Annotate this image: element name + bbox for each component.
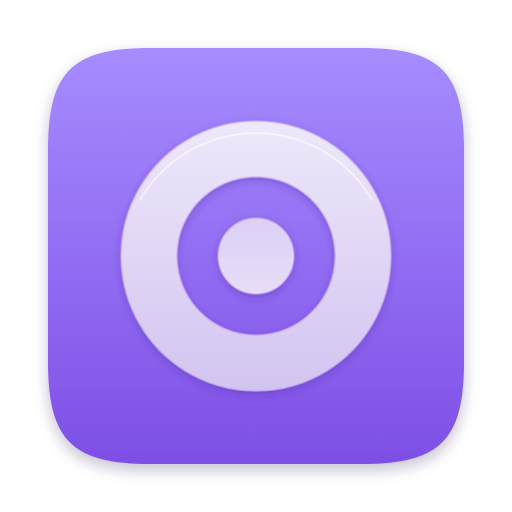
target-rings-icon xyxy=(48,48,464,464)
center-dot xyxy=(217,217,295,295)
app-icon-canvas xyxy=(0,0,512,512)
